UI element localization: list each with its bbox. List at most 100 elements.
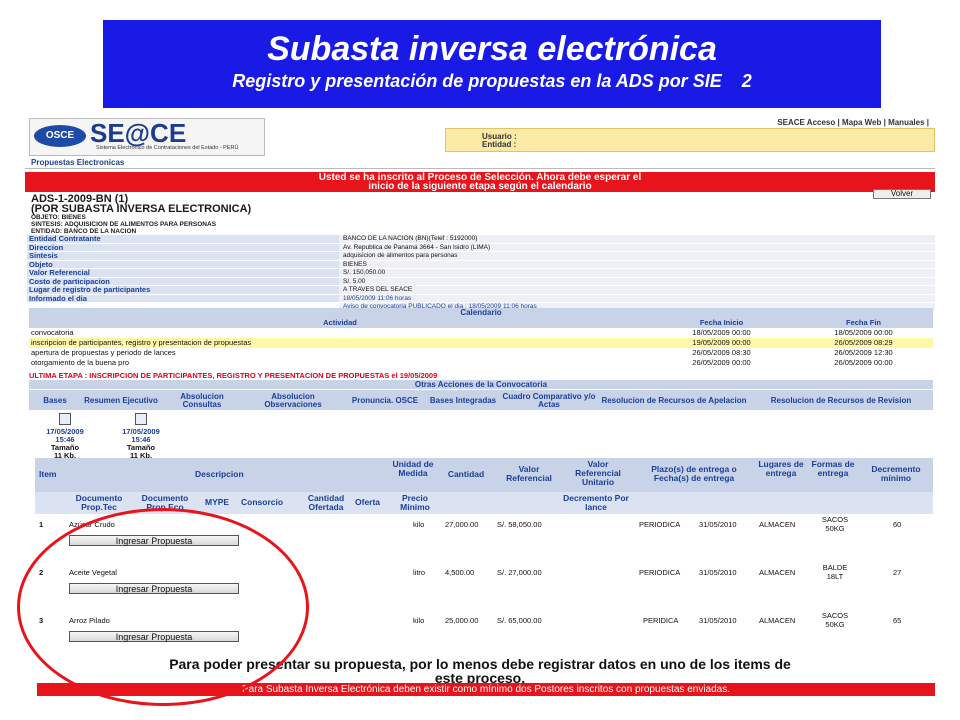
info-row: Informado el dia 18/05/2009 11:06 horas (27, 294, 935, 303)
item-valor: S/. 27,000.00 (497, 568, 542, 577)
info-value: 18/05/2009 11:06 horas (339, 294, 935, 303)
col-formas: Formas de entrega (811, 459, 855, 478)
col-decremento: Decremento mínimo (871, 464, 921, 483)
calendar-start: 19/05/2009 00:00 (692, 338, 751, 347)
item-decremento: 65 (893, 616, 902, 625)
item-forma: BALDE 18LT (822, 563, 848, 581)
calendar-row: otorgamiento de la buena pro 26/05/2009 0… (29, 358, 933, 368)
calendar-activity: apertura de propuestas y periodo de lanc… (31, 348, 176, 357)
col-item: Item (39, 469, 57, 479)
info-value: BANCO DE LA NACION (BN)(Telef : 5192000) (339, 235, 935, 244)
accion-revision: Resolucion de Recursos de Revision (770, 395, 912, 405)
process-header: ADS-1-2009-BN (1) (POR SUBASTA INVERSA E… (31, 194, 252, 236)
brand-subtitle: Sistema Electrónico de Contrataciones de… (96, 145, 239, 151)
item-forma: SACOS 50KG (821, 611, 849, 629)
item-qty: 25,000.00 (445, 616, 479, 625)
calendar-col-actividad: Actividad (323, 318, 357, 327)
col-valor-unitario: Valor Referencial Unitario (575, 459, 621, 487)
col-cantidad: Cantidad (447, 469, 485, 479)
col-doc-tec: Documento Prop.Tec (75, 493, 123, 512)
doc-bases[interactable]: 17/05/2009 15:46 Tamaño 11 Kb. (35, 413, 95, 460)
calendar-col-fin: Fecha Fin (845, 318, 881, 327)
calendar-end: 26/05/2009 00:00 (834, 358, 893, 367)
col-lugares: Lugares de entrega (758, 459, 804, 478)
accion-absolucion-observaciones: Absolucion Observaciones (264, 391, 322, 409)
col-mype: MYPE (205, 497, 230, 507)
item-number: 1 (39, 520, 44, 529)
items-table: Item Descripcion Unidad de Medida Cantid… (35, 458, 933, 642)
info-row: Objeto BIENES (27, 260, 935, 269)
info-key: Sintesis (27, 252, 339, 261)
item-forma: SACOS 50KG (821, 515, 849, 533)
nav-acceso[interactable]: SEACE Acceso (777, 118, 835, 127)
item-fecha: 31/05/2010 (699, 568, 737, 577)
nav-manuales[interactable]: Manuales (888, 118, 924, 127)
item-unit: kilo (413, 520, 425, 529)
info-key: Direccion (27, 243, 339, 252)
info-value: S/. 150,050.00 (339, 269, 935, 278)
item-qty: 4,500.00 (445, 568, 475, 577)
info-row: Lugar de registro de participantes A TRAV… (27, 286, 935, 295)
info-value: BIENES (339, 260, 935, 269)
item-decremento: 27 (893, 568, 902, 577)
tab-propuestas[interactable]: Propuestas Electronicas (31, 158, 124, 167)
calendar-start: 26/05/2009 08:30 (692, 348, 751, 357)
items-header: Item Descripcion Unidad de Medida Cantid… (35, 458, 933, 492)
acciones-header: Bases Resumen Ejecutivo Absolucion Consu… (29, 390, 933, 410)
user-box: Usuario : Entidad : (445, 128, 935, 152)
doc-resumen[interactable]: 17/05/2009 15:46 Tamaño 11 Kb. (111, 413, 171, 460)
accion-pronuncia: Pronuncia. OSCE (351, 395, 419, 405)
col-consorcio: Consorcio (241, 497, 284, 507)
calendar-end: 26/05/2009 12:30 (834, 348, 893, 357)
item-plazo: PERIODICA (639, 520, 681, 529)
item-lugar: ALMACEN (759, 568, 796, 577)
slide-subtitle: Registro y presentación de propuestas en… (103, 71, 881, 92)
col-cantidad-ofertada: Cantidad Ofertada (307, 493, 345, 512)
calendar-row: apertura de propuestas y periodo de lanc… (29, 348, 933, 358)
item-fecha: 31/05/2010 (699, 616, 737, 625)
alert-line-2: inicio de la siguiente etapa según el ca… (368, 181, 592, 192)
col-valor: Valor Referencial (506, 464, 552, 483)
seace-logo[interactable]: OSCE SE@CE Sistema Electrónico de Contra… (29, 118, 265, 156)
accion-cuadro: Cuadro Comparativo y/o Actas (502, 391, 596, 409)
accion-resumen: Resumen Ejecutivo (84, 395, 158, 405)
calendar-activity: otorgamiento de la buena pro (31, 358, 129, 367)
info-row: Sintesis adquisicion de alimentos para pe… (27, 252, 935, 261)
item-valor: S/. 65,000.00 (497, 616, 542, 625)
process-sintesis: SINTESIS: ADQUISICION DE ALIMENTOS PARA … (31, 221, 217, 228)
accion-apelacion: Resolucion de Recursos de Apelacion (601, 395, 747, 405)
item-lugar: ALMACEN (759, 616, 796, 625)
calendar-col-inicio: Fecha Inicio (699, 318, 744, 327)
calendar-activity: inscripcion de participantes, registro y… (31, 338, 252, 347)
document-icon[interactable] (135, 413, 147, 425)
info-value: Av. Republica de Panama 3664 - San Isidr… (339, 243, 935, 252)
item-unit: litro (413, 568, 426, 577)
slide-number: 2 (741, 71, 752, 91)
slide-banner: Subasta inversa electrónica Registro y p… (103, 20, 881, 108)
osce-logo-badge: OSCE (34, 125, 86, 147)
item-qty: 27,000.00 (445, 520, 479, 529)
accion-absolucion-consultas: Absolucion Consultas (180, 391, 224, 409)
document-icon[interactable] (59, 413, 71, 425)
info-value: S/. 5.00 (339, 277, 935, 286)
entity-label: Entidad : (482, 140, 517, 149)
item-valor: S/. 58,050.00 (497, 520, 542, 529)
item-decremento: 60 (893, 520, 902, 529)
calendar-activity: convocatoria (31, 328, 74, 337)
info-row: Direccion Av. Republica de Panama 3664 - … (27, 243, 935, 252)
col-oferta: Oferta (355, 497, 381, 507)
process-objeto: OBJETO: BIENES (31, 214, 86, 221)
accion-bases: Bases (43, 395, 67, 405)
info-row: Entidad Contratante BANCO DE LA NACION (B… (27, 235, 935, 244)
tab-bar: Propuestas Electronicas (25, 157, 935, 169)
col-plazo: Plazo(s) de entrega o Fecha(s) de entreg… (651, 464, 737, 483)
process-type: (POR SUBASTA INVERSA ELECTRONICA) (31, 203, 252, 215)
calendar-end: 26/05/2009 08:29 (834, 338, 893, 347)
nav-mapa-web[interactable]: Mapa Web (842, 118, 881, 127)
volver-button[interactable]: Volver (873, 189, 931, 199)
col-decremento-lance: Decremento Por lance (563, 493, 629, 512)
info-key: Entidad Contratante (27, 235, 339, 244)
alert-banner: Usted se ha inscrito al Proceso de Selec… (25, 172, 935, 192)
item-unit: kilo (413, 616, 425, 625)
slide-title: Subasta inversa electrónica (267, 30, 717, 68)
